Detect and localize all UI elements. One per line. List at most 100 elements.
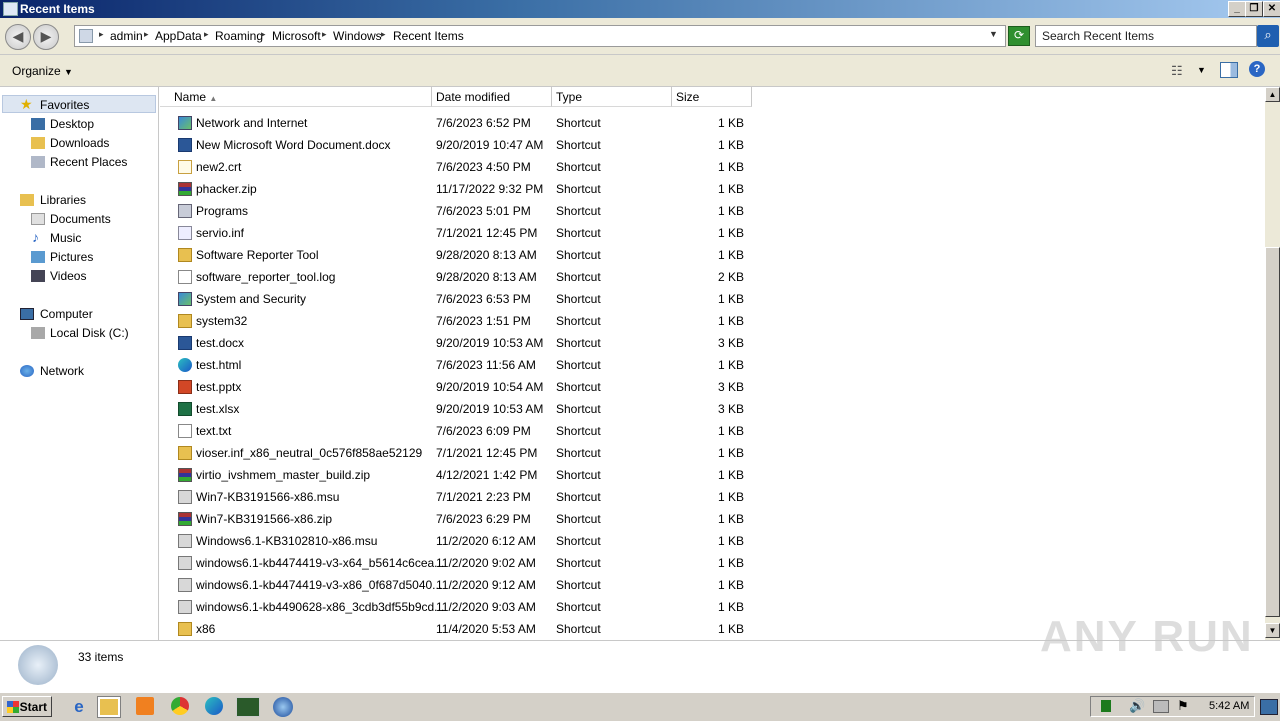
table-row[interactable]: windows6.1-kb4474419-v3-x64_b5614c6cea..… bbox=[160, 551, 760, 573]
table-row[interactable]: Network and Internet 7/6/2023 6:52 PM Shor… bbox=[160, 111, 760, 133]
table-row[interactable]: test.pptx 9/20/2019 10:54 AM Shortcut 3 KB bbox=[160, 375, 760, 397]
table-row[interactable]: Software Reporter Tool 9/28/2020 8:13 AM S… bbox=[160, 243, 760, 265]
videos-icon bbox=[31, 270, 45, 282]
sidebar-item-music[interactable]: Music bbox=[50, 231, 81, 245]
sidebar-item-videos[interactable]: Videos bbox=[50, 269, 86, 283]
search-input[interactable]: Search Recent Items bbox=[1035, 25, 1257, 47]
breadcrumb-appdata[interactable]: AppData bbox=[155, 29, 202, 43]
table-row[interactable]: x86 11/4/2020 5:53 AM Shortcut 1 KB bbox=[160, 617, 760, 639]
breadcrumb-admin[interactable]: admin bbox=[110, 29, 143, 43]
sidebar-item-recent-places[interactable]: Recent Places bbox=[50, 155, 127, 169]
column-header-size[interactable]: Size bbox=[672, 87, 752, 107]
scroll-up-button[interactable]: ▲ bbox=[1265, 87, 1280, 102]
network-tray-icon[interactable] bbox=[1153, 700, 1169, 713]
minimize-button[interactable]: _ bbox=[1228, 1, 1246, 17]
flag-icon[interactable]: ⚑ bbox=[1177, 698, 1189, 714]
table-row[interactable]: windows6.1-kb4474419-v3-x86_0f687d5040..… bbox=[160, 573, 760, 595]
back-button[interactable]: ◀ bbox=[5, 24, 31, 50]
table-row[interactable]: System and Security 7/6/2023 6:53 PM Short… bbox=[160, 287, 760, 309]
address-field[interactable]: ▸ admin ▸ AppData ▸ Roaming ▸ Microsoft … bbox=[74, 25, 1006, 47]
table-row[interactable]: Win7-KB3191566-x86.zip 7/6/2023 6:29 PM Sh… bbox=[160, 507, 760, 529]
chevron-right-icon[interactable]: ▸ bbox=[144, 29, 149, 40]
column-header-name[interactable]: Name ▲ bbox=[160, 87, 432, 107]
terminal-icon[interactable] bbox=[236, 697, 260, 717]
search-icon[interactable]: ⌕ bbox=[1257, 25, 1279, 47]
table-row[interactable]: virtio_ivshmem_master_build.zip 4/12/2021… bbox=[160, 463, 760, 485]
table-row[interactable]: servio.inf 7/1/2021 12:45 PM Shortcut 1 KB bbox=[160, 221, 760, 243]
view-options-icon[interactable]: ☷ bbox=[1171, 63, 1183, 79]
file-size: 1 KB bbox=[717, 512, 744, 526]
show-desktop-icon[interactable] bbox=[1260, 699, 1278, 715]
table-row[interactable]: Win7-KB3191566-x86.msu 7/1/2021 2:23 PM Sh… bbox=[160, 485, 760, 507]
msu-icon bbox=[178, 600, 192, 614]
folder-icon bbox=[178, 446, 192, 460]
globe-icon[interactable] bbox=[273, 697, 293, 717]
sidebar-libraries[interactable]: Libraries bbox=[40, 193, 86, 207]
clock[interactable]: 5:42 AM bbox=[1209, 700, 1249, 712]
media-player-icon[interactable] bbox=[136, 697, 154, 715]
scroll-down-button[interactable]: ▼ bbox=[1265, 623, 1280, 638]
internet-explorer-icon[interactable]: e bbox=[68, 697, 90, 717]
sidebar-computer[interactable]: Computer bbox=[40, 307, 93, 321]
table-row[interactable]: Windows6.1-KB3102810-x86.msu 11/2/2020 6:… bbox=[160, 529, 760, 551]
address-dropdown-icon[interactable]: ▼ bbox=[989, 29, 998, 39]
sidebar-item-desktop[interactable]: Desktop bbox=[50, 117, 94, 131]
help-icon[interactable]: ? bbox=[1249, 61, 1265, 77]
chevron-right-icon[interactable]: ▸ bbox=[381, 29, 386, 40]
breadcrumb-roaming[interactable]: Roaming bbox=[215, 29, 263, 43]
file-size: 1 KB bbox=[717, 160, 744, 174]
file-name: system32 bbox=[196, 314, 248, 328]
restore-button[interactable]: ❐ bbox=[1245, 1, 1263, 17]
msu-icon bbox=[178, 556, 192, 570]
vertical-scrollbar[interactable]: ▲ ▼ bbox=[1265, 87, 1280, 640]
column-header-type[interactable]: Type bbox=[552, 87, 672, 107]
preview-pane-icon[interactable] bbox=[1220, 62, 1238, 78]
file-size: 1 KB bbox=[717, 534, 744, 548]
explorer-taskbar-icon[interactable] bbox=[97, 696, 121, 718]
sidebar-item-pictures[interactable]: Pictures bbox=[50, 250, 93, 264]
file-type: Shortcut bbox=[556, 160, 601, 174]
refresh-button[interactable]: ⟳ bbox=[1008, 26, 1030, 46]
table-row[interactable]: test.xlsx 9/20/2019 10:53 AM Shortcut 3 KB bbox=[160, 397, 760, 419]
sidebar-favorites[interactable]: Favorites bbox=[40, 98, 89, 112]
table-row[interactable]: Programs 7/6/2023 5:01 PM Shortcut 1 KB bbox=[160, 199, 760, 221]
column-header-date[interactable]: Date modified bbox=[432, 87, 552, 107]
table-row[interactable]: new2.crt 7/6/2023 4:50 PM Shortcut 1 KB bbox=[160, 155, 760, 177]
chevron-right-icon[interactable]: ▸ bbox=[99, 29, 104, 40]
table-row[interactable]: test.html 7/6/2023 11:56 AM Shortcut 1 KB bbox=[160, 353, 760, 375]
chevron-right-icon[interactable]: ▸ bbox=[322, 29, 327, 40]
sidebar-network[interactable]: Network bbox=[40, 364, 84, 378]
breadcrumb-windows[interactable]: Windows bbox=[333, 29, 382, 43]
breadcrumb-microsoft[interactable]: Microsoft bbox=[272, 29, 321, 43]
chevron-down-icon[interactable]: ▼ bbox=[1197, 65, 1206, 75]
volume-icon[interactable]: 🔊 bbox=[1129, 698, 1145, 714]
table-row[interactable]: test.docx 9/20/2019 10:53 AM Shortcut 3 KB bbox=[160, 331, 760, 353]
file-size: 1 KB bbox=[717, 424, 744, 438]
scroll-thumb[interactable] bbox=[1265, 247, 1280, 617]
table-row[interactable]: vioser.inf_x86_neutral_0c576f858ae52129 7… bbox=[160, 441, 760, 463]
chevron-right-icon[interactable]: ▸ bbox=[261, 29, 266, 40]
forward-button[interactable]: ▶ bbox=[33, 24, 59, 50]
file-size: 1 KB bbox=[717, 578, 744, 592]
file-type: Shortcut bbox=[556, 578, 601, 592]
recent-places-icon bbox=[31, 156, 45, 168]
table-row[interactable]: system32 7/6/2023 1:51 PM Shortcut 1 KB bbox=[160, 309, 760, 331]
sidebar-item-downloads[interactable]: Downloads bbox=[50, 136, 109, 150]
start-button[interactable]: Start bbox=[2, 696, 52, 717]
sidebar-item-local-disk[interactable]: Local Disk (C:) bbox=[50, 326, 129, 340]
close-button[interactable]: ✕ bbox=[1263, 1, 1280, 17]
table-row[interactable]: software_reporter_tool.log 9/28/2020 8:13… bbox=[160, 265, 760, 287]
organize-button[interactable]: Organize ▼ bbox=[12, 64, 73, 78]
table-row[interactable]: New Microsoft Word Document.docx 9/20/201… bbox=[160, 133, 760, 155]
breadcrumb-recent-items[interactable]: Recent Items bbox=[393, 29, 464, 43]
status-indicator-icon[interactable] bbox=[1101, 700, 1111, 712]
chrome-icon[interactable] bbox=[171, 697, 189, 715]
file-size: 1 KB bbox=[717, 314, 744, 328]
table-row[interactable]: text.txt 7/6/2023 6:09 PM Shortcut 1 KB bbox=[160, 419, 760, 441]
file-type: Shortcut bbox=[556, 512, 601, 526]
table-row[interactable]: windows6.1-kb4490628-x86_3cdb3df55b9cd..… bbox=[160, 595, 760, 617]
table-row[interactable]: phacker.zip 11/17/2022 9:32 PM Shortcut 1 K… bbox=[160, 177, 760, 199]
edge-icon[interactable] bbox=[205, 697, 223, 715]
chevron-right-icon[interactable]: ▸ bbox=[204, 29, 209, 40]
sidebar-item-documents[interactable]: Documents bbox=[50, 212, 111, 226]
